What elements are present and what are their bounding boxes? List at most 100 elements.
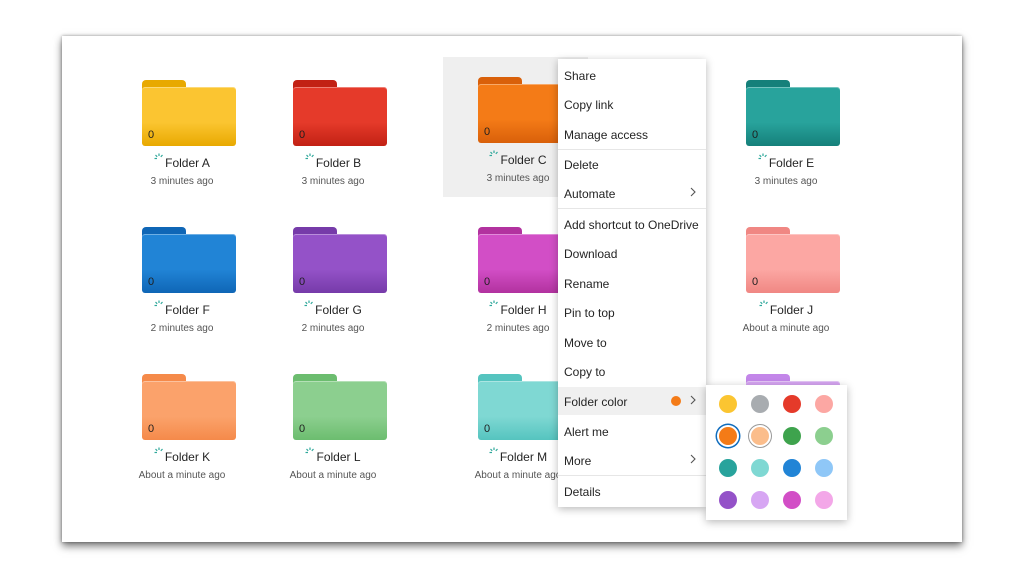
folder-color-picker [706,385,847,520]
menu-item-label: Move to [564,336,607,350]
sync-icon [759,300,768,307]
sync-icon [305,447,315,454]
folder-name-row: Folder J [711,300,861,317]
folder-item-count: 0 [148,129,155,141]
menu-item-alert-me[interactable]: Alert me [558,417,706,445]
menu-item-share[interactable]: Share [558,61,706,89]
folder-tile[interactable]: 0 Folder A 3 minutes ago [107,60,257,210]
color-swatch[interactable] [751,491,769,509]
folder-modified: 3 minutes ago [150,176,214,187]
color-swatch[interactable] [783,427,801,445]
folder-tile[interactable]: 0 Folder J About a minute ago [711,207,861,357]
color-swatch[interactable] [719,427,737,445]
menu-item-rename[interactable]: Rename [558,269,706,297]
folder-modified: 3 minutes ago [301,176,365,187]
folder-body: 0 [142,234,236,293]
folder-icon: 0 [142,80,236,146]
menu-item-label: Alert me [564,425,609,439]
folder-name[interactable]: Folder H [500,303,546,317]
menu-item-label: Folder color [564,395,628,409]
folder-tile[interactable]: 0 Folder G 2 minutes ago [258,207,408,357]
folder-name-row: Folder K [107,447,257,464]
sync-icon [305,153,314,160]
folder-tile[interactable]: 0 Folder L About a minute ago [258,354,408,504]
color-swatch[interactable] [719,491,737,509]
sync-icon [489,447,498,454]
folder-name[interactable]: Folder E [769,156,814,170]
sync-icon [489,150,499,157]
folder-name[interactable]: Folder F [165,303,210,317]
folder-item-count: 0 [299,129,306,141]
menu-item-label: Pin to top [564,306,615,320]
folder-name-row: Folder A [107,153,257,170]
menu-item-delete[interactable]: Delete [558,150,706,178]
folder-tile[interactable]: 0 Folder B 3 minutes ago [258,60,408,210]
menu-item-copy-link[interactable]: Copy link [558,90,706,118]
color-swatch[interactable] [815,395,833,413]
sync-icon [304,300,314,307]
folder-name[interactable]: Folder L [316,450,360,464]
color-swatch[interactable] [751,395,769,413]
color-swatch[interactable] [783,459,801,477]
folder-body: 0 [142,87,236,146]
folder-name[interactable]: Folder C [500,153,546,167]
folder-name[interactable]: Folder M [500,450,547,464]
color-swatch[interactable] [719,395,737,413]
folder-modified: 3 minutes ago [754,176,818,187]
menu-item-pin-to-top[interactable]: Pin to top [558,298,706,326]
chevron-right-icon [690,454,696,464]
folder-name-row: Folder B [258,153,408,170]
menu-item-label: Delete [564,158,599,172]
folder-item-count: 0 [148,423,155,435]
sync-icon [154,153,164,160]
folder-name[interactable]: Folder J [770,303,813,317]
menu-item-more[interactable]: More [558,446,706,474]
folder-body: 0 [142,381,236,440]
folder-body: 0 [293,381,387,440]
color-swatch[interactable] [719,459,737,477]
color-swatch[interactable] [751,427,769,445]
chevron-right-icon [690,395,696,405]
menu-item-automate[interactable]: Automate [558,179,706,207]
menu-item-download[interactable]: Download [558,239,706,267]
folder-modified: 2 minutes ago [301,323,365,334]
menu-item-details[interactable]: Details [558,477,706,505]
color-swatch[interactable] [783,395,801,413]
folder-icon: 0 [142,227,236,293]
sync-icon [489,300,499,307]
sync-icon [154,300,164,307]
folder-icon: 0 [746,80,840,146]
folder-icon: 0 [746,227,840,293]
folder-tile[interactable]: 0 Folder K About a minute ago [107,354,257,504]
menu-divider [558,475,706,476]
color-swatch[interactable] [751,459,769,477]
menu-item-label: Details [564,485,601,499]
folder-tile[interactable]: 0 Folder E 3 minutes ago [711,60,861,210]
menu-item-folder-color[interactable]: Folder color [558,387,706,415]
folder-tile[interactable]: 0 Folder F 2 minutes ago [107,207,257,357]
folder-name[interactable]: Folder A [165,156,210,170]
folder-name-row: Folder G [258,300,408,317]
folder-item-count: 0 [299,276,306,288]
color-swatch[interactable] [815,491,833,509]
folder-name[interactable]: Folder B [316,156,361,170]
folder-name[interactable]: Folder K [165,450,210,464]
folder-item-count: 0 [484,423,491,435]
folder-body: 0 [293,87,387,146]
menu-item-label: Copy to [564,365,606,379]
menu-item-move-to[interactable]: Move to [558,328,706,356]
color-swatch[interactable] [815,459,833,477]
folder-name[interactable]: Folder G [315,303,362,317]
menu-item-copy-to[interactable]: Copy to [558,357,706,385]
context-menu: Share Copy link Manage access Delete Automat… [558,59,706,507]
chevron-right-icon [690,187,696,197]
color-swatch[interactable] [815,427,833,445]
color-swatch[interactable] [783,491,801,509]
menu-item-label: Add shortcut to OneDrive [564,218,699,232]
menu-item-label: Share [564,69,597,83]
menu-item-manage-access[interactable]: Manage access [558,120,706,148]
menu-item-label: Rename [564,277,610,291]
folder-icon: 0 [293,227,387,293]
menu-item-add-shortcut-to-onedrive[interactable]: Add shortcut to OneDrive [558,210,706,238]
folder-modified: About a minute ago [742,323,830,334]
